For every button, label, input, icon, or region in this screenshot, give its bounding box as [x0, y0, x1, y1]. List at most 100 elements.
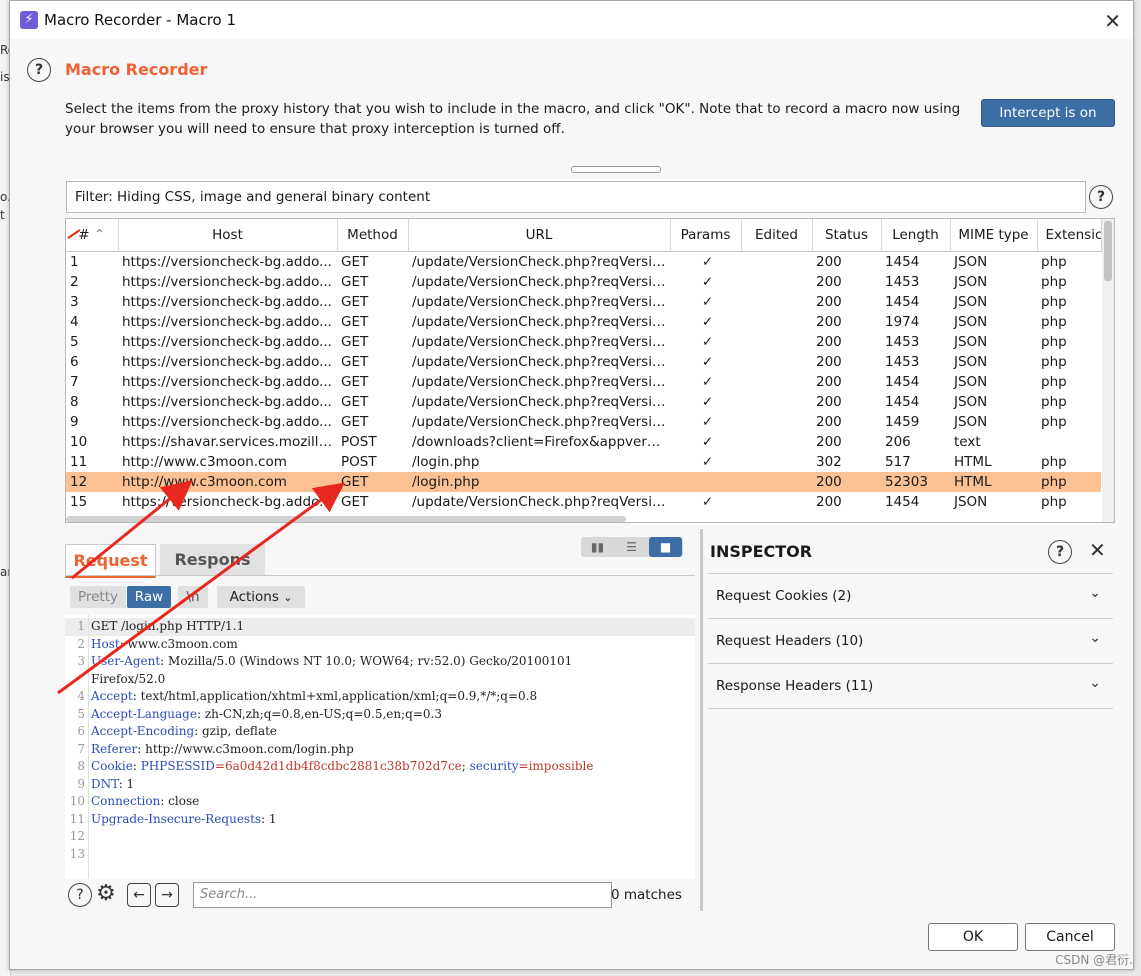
table-cell-n: 6	[70, 354, 79, 370]
tab-request[interactable]: Request	[65, 544, 156, 578]
table-row[interactable]: 5 https://versioncheck-bg.addo... GET/upda…	[66, 332, 1101, 352]
column-header[interactable]: Params	[670, 219, 742, 252]
table-cell-method: GET	[341, 494, 369, 510]
table-cell-method: POST	[341, 434, 377, 450]
table-cell-status: 200	[816, 494, 842, 510]
table-cell-n: 7	[70, 374, 79, 390]
inspector-section-request-cookies[interactable]: Request Cookies (2) ⌄	[708, 573, 1113, 618]
table-cell-mime: HTML	[950, 472, 1037, 492]
filter-text: Filter: Hiding CSS, image and general bi…	[75, 189, 431, 205]
code-token: : www.c3moon.com	[119, 636, 238, 651]
table-cell-ext: php	[1041, 414, 1067, 430]
column-header[interactable]: Host	[118, 219, 338, 252]
table-cell-url: /update/VersionCheck.php?reqVersio...	[412, 394, 670, 410]
table-row[interactable]: 7 https://versioncheck-bg.addo... GET/upda…	[66, 372, 1101, 392]
help-icon[interactable]: ?	[68, 883, 92, 907]
table-row[interactable]: 1 https://versioncheck-bg.addo... GET/upda…	[66, 252, 1101, 273]
table-cell-mime: JSON	[954, 414, 988, 430]
table-cell-edited	[741, 252, 812, 273]
code-token: Upgrade-Insecure-Requests	[91, 811, 262, 826]
column-header[interactable]: Length	[881, 219, 951, 252]
table-cell-status: 302	[816, 454, 842, 470]
splitter-handle[interactable]	[571, 166, 661, 173]
table-cell-n: 12	[66, 472, 118, 492]
line-number: 9	[77, 776, 85, 791]
table-row[interactable]: 2 https://versioncheck-bg.addo... GET/upda…	[66, 272, 1101, 292]
table-cell-params: ✓	[701, 294, 714, 310]
macro-recorder-dialog: ⚡ Macro Recorder - Macro 1 ✕ ? Macro Rec…	[9, 0, 1134, 970]
code-line: Firefox/52.0	[91, 672, 165, 686]
cancel-button[interactable]: Cancel	[1025, 923, 1115, 951]
code-line: Accept-Encoding: gzip, deflate	[91, 724, 277, 738]
table-cell-host: https://shavar.services.mozilla....	[122, 434, 337, 450]
column-header[interactable]: Edited	[741, 219, 813, 252]
table-row[interactable]: 11 http://www.c3moon.com POST/login.php ✓ 30…	[66, 452, 1101, 472]
arrow-left-icon[interactable]: ←	[127, 883, 151, 907]
table-row[interactable]: 9 https://versioncheck-bg.addo... GET/upda…	[66, 412, 1101, 432]
table-cell-n: 15	[70, 494, 88, 510]
column-header[interactable]: MIME type	[950, 219, 1038, 252]
intercept-toggle-button[interactable]: Intercept is on	[981, 99, 1115, 127]
table-cell-length: 1454	[885, 494, 920, 510]
line-number: 3	[77, 654, 85, 668]
table-cell-length: 1453	[885, 354, 920, 370]
column-header[interactable]: URL	[408, 219, 671, 252]
pretty-button[interactable]: Pretty	[70, 586, 126, 608]
table-cell-method: GET	[341, 314, 369, 330]
table-cell-length: 206	[885, 434, 911, 450]
line-number: 2	[77, 636, 85, 651]
split-horizontal-icon[interactable]: ▮▮	[581, 537, 614, 557]
split-vertical-icon[interactable]: ☰	[615, 537, 648, 557]
table-cell-edited	[741, 392, 812, 412]
table-row[interactable]: 4 https://versioncheck-bg.addo... GET/upda…	[66, 312, 1101, 332]
code-token: Accept-Encoding	[91, 724, 195, 738]
table-horizontal-scrollbar[interactable]	[66, 516, 626, 522]
actions-dropdown[interactable]: Actions ⌄	[217, 586, 305, 608]
table-row[interactable]: 12 http://www.c3moon.com GET/login.php 200 5…	[66, 472, 1101, 492]
ok-button[interactable]: OK	[928, 923, 1018, 951]
inspector-help-icon[interactable]: ?	[1048, 540, 1072, 564]
table-row[interactable]: 3 https://versioncheck-bg.addo... GET/upda…	[66, 292, 1101, 312]
table-cell-status: 200	[816, 274, 842, 290]
column-header[interactable]: Method	[337, 219, 409, 252]
close-icon[interactable]: ✕	[1104, 9, 1121, 33]
table-cell-mime: JSON	[954, 294, 988, 310]
newline-toggle-button[interactable]: \n	[178, 586, 208, 608]
table-cell-params: ✓	[701, 274, 714, 290]
table-cell-params: ✓	[701, 314, 714, 330]
column-header[interactable]: Extensic	[1037, 219, 1102, 252]
sort-asc-icon: ⌃	[93, 227, 106, 243]
filter-bar[interactable]: Filter: Hiding CSS, image and general bi…	[66, 181, 1086, 213]
table-cell-url: /login.php	[412, 454, 480, 470]
table-row[interactable]: 15 https://versioncheck-bg.addo... GET/upd…	[66, 492, 1101, 512]
table-cell-length: 1453	[885, 274, 920, 290]
table-row[interactable]: 10 https://shavar.services.mozilla.... POS…	[66, 432, 1101, 452]
help-icon[interactable]: ?	[27, 58, 51, 82]
column-header[interactable]: # ⌃	[66, 219, 119, 252]
scrollbar-thumb[interactable]	[1104, 221, 1112, 281]
table-cell-mime: JSON	[954, 254, 988, 270]
inspector-section-response-headers[interactable]: Response Headers (11) ⌄	[708, 663, 1113, 709]
table-cell-method: GET	[341, 374, 369, 390]
filter-help-icon[interactable]: ?	[1089, 185, 1113, 209]
table-cell-length: 1974	[885, 314, 920, 330]
inspector-close-icon[interactable]: ✕	[1089, 538, 1106, 562]
request-editor[interactable]: 1 GET /login.php HTTP/1.1 2 Host: www.c3moo…	[65, 615, 695, 879]
table-cell-edited	[741, 492, 812, 512]
column-header[interactable]: Status	[812, 219, 882, 252]
table-vertical-scrollbar[interactable]	[1102, 219, 1114, 522]
table-row[interactable]: 6 https://versioncheck-bg.addo... GET/upda…	[66, 352, 1101, 372]
raw-button[interactable]: Raw	[127, 586, 171, 608]
inspector-section-request-headers[interactable]: Request Headers (10) ⌄	[708, 618, 1113, 663]
table-cell-mime: HTML	[954, 454, 992, 470]
single-pane-icon[interactable]: ■	[649, 537, 682, 557]
gear-icon[interactable]: ⚙	[95, 883, 117, 905]
inspector-title: INSPECTOR	[710, 542, 813, 561]
match-count: 0 matches	[611, 887, 682, 903]
table-row[interactable]: 8 https://versioncheck-bg.addo... GET/upda…	[66, 392, 1101, 412]
arrow-right-icon[interactable]: →	[155, 883, 179, 907]
code-token: =impossible	[518, 759, 594, 773]
tab-response[interactable]: Respons	[160, 544, 265, 575]
line-number: 11	[69, 811, 85, 826]
search-input[interactable]: Search...	[193, 882, 612, 908]
